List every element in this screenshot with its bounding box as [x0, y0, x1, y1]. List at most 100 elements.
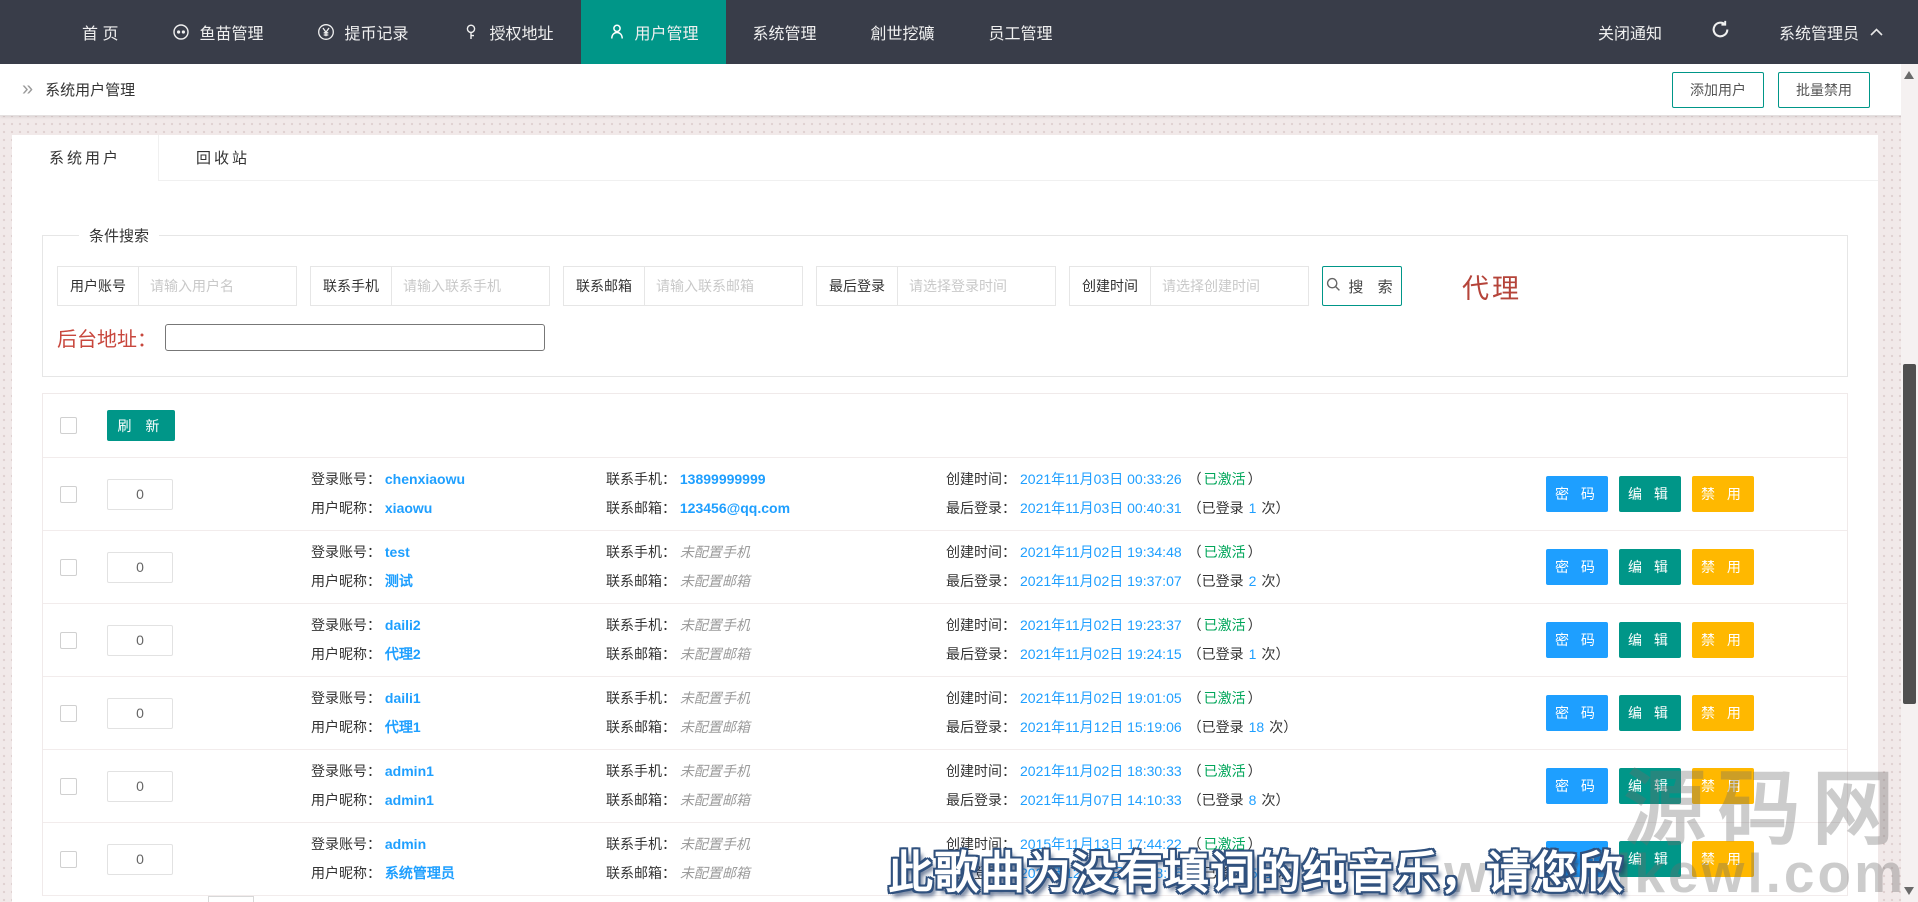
- tab-recycle-bin[interactable]: 回收站: [159, 135, 287, 180]
- nav-item-fish-fry[interactable]: 鱼苗管理: [145, 0, 290, 64]
- sort-order-input[interactable]: [107, 844, 173, 875]
- account-label: 登录账号：: [311, 763, 381, 779]
- backend-address-label: 后台地址：: [57, 323, 157, 352]
- nav-item-user-management[interactable]: 用户管理: [581, 0, 726, 64]
- created-label: 创建时间：: [946, 471, 1016, 487]
- edit-button[interactable]: 编 辑: [1619, 549, 1681, 585]
- account-link[interactable]: daili2: [385, 617, 421, 633]
- last-login-label: 最后登录：: [946, 573, 1016, 589]
- row-checkbox[interactable]: [60, 559, 77, 576]
- edit-button[interactable]: 编 辑: [1619, 695, 1681, 731]
- account-link[interactable]: daili1: [385, 690, 421, 706]
- backend-address-input[interactable]: [165, 324, 545, 351]
- account-label: 登录账号：: [311, 544, 381, 560]
- vertical-scrollbar[interactable]: [1901, 64, 1918, 902]
- refresh-button[interactable]: 刷 新: [107, 410, 175, 441]
- edit-button[interactable]: 编 辑: [1619, 768, 1681, 804]
- row-checkbox[interactable]: [60, 486, 77, 503]
- nav-item-staff-management[interactable]: 员工管理: [962, 0, 1080, 64]
- disable-button[interactable]: 禁 用: [1692, 622, 1754, 658]
- nav-item-withdraw-records[interactable]: 提币记录: [290, 0, 435, 64]
- nickname-link[interactable]: 系统管理员: [385, 865, 455, 881]
- phone-input[interactable]: [392, 278, 549, 294]
- select-all-checkbox[interactable]: [60, 417, 77, 434]
- account-link[interactable]: admin1: [385, 763, 434, 779]
- row-checkbox[interactable]: [60, 632, 77, 649]
- backend-address-row: 后台地址：: [57, 323, 1833, 352]
- scrollbar-up-arrow[interactable]: [1904, 71, 1914, 79]
- disable-button[interactable]: 禁 用: [1692, 695, 1754, 731]
- username-input[interactable]: [139, 278, 296, 294]
- sort-order-input[interactable]: [107, 771, 173, 802]
- magnifier-icon: [1326, 277, 1341, 296]
- batch-disable-button[interactable]: 批量禁用: [1778, 72, 1870, 108]
- tab-system-users[interactable]: 系统用户: [12, 135, 159, 180]
- password-button[interactable]: 密 码: [1546, 476, 1608, 512]
- created-label: 创建时间：: [946, 763, 1016, 779]
- created-value: 2021年11月02日 19:01:05: [1020, 690, 1182, 706]
- nickname-label: 用户昵称：: [311, 719, 381, 735]
- password-button[interactable]: 密 码: [1546, 549, 1608, 585]
- user-menu[interactable]: 系统管理员: [1779, 20, 1884, 44]
- nav-item-label: 提币记录: [344, 20, 408, 44]
- password-button[interactable]: 密 码: [1546, 768, 1608, 804]
- created-value: 2021年11月02日 19:34:48: [1020, 544, 1182, 560]
- nav-item-home[interactable]: 首 页: [55, 0, 145, 64]
- last-login-value: 2021年11月02日 19:37:07: [1020, 573, 1182, 589]
- phone-value: 未配置手机: [680, 763, 750, 779]
- edit-button[interactable]: 编 辑: [1619, 841, 1681, 877]
- phone-label: 联系手机：: [606, 617, 676, 633]
- scrollbar-thumb[interactable]: [1903, 364, 1916, 704]
- created-value: 2015年11月13日 17:44:22: [1020, 836, 1182, 852]
- disable-button[interactable]: 禁 用: [1692, 549, 1754, 585]
- tab-label: 系统用户: [49, 147, 121, 168]
- last-login-input[interactable]: [898, 278, 1055, 294]
- account-link[interactable]: chenxiaowu: [385, 471, 465, 487]
- edit-button[interactable]: 编 辑: [1619, 476, 1681, 512]
- account-cell: 登录账号： test 用户昵称： 测试: [311, 538, 606, 596]
- close-notice-link[interactable]: 关闭通知: [1598, 20, 1662, 44]
- last-login-label: 最后登录：: [946, 792, 1016, 808]
- password-button[interactable]: 密 码: [1546, 695, 1608, 731]
- nav-item-genesis-mining[interactable]: 創世挖礦: [844, 0, 962, 64]
- add-user-button[interactable]: 添加用户: [1672, 72, 1764, 108]
- table-row: 登录账号： daili2 用户昵称： 代理2 联系手机： 未配置手机 联系邮箱：…: [43, 604, 1847, 677]
- disable-button[interactable]: 禁 用: [1692, 476, 1754, 512]
- chevron-up-icon: [1869, 24, 1884, 40]
- row-checkbox[interactable]: [60, 778, 77, 795]
- nav-item-auth-address[interactable]: 授权地址: [435, 0, 580, 64]
- activated-badge: 已激活: [1204, 763, 1246, 779]
- sort-order-input[interactable]: [107, 625, 173, 656]
- sort-order-input[interactable]: [107, 552, 173, 583]
- nav-item-system-management[interactable]: 系统管理: [726, 0, 844, 64]
- last-login-value: 2021年11月02日 19:24:15: [1020, 646, 1182, 662]
- pagination-control-cutoff[interactable]: [208, 896, 254, 902]
- disable-button[interactable]: 禁 用: [1692, 841, 1754, 877]
- sort-order-input[interactable]: [107, 698, 173, 729]
- scrollbar-down-arrow[interactable]: [1904, 887, 1914, 895]
- search-button[interactable]: 搜 索: [1322, 266, 1402, 306]
- nickname-link[interactable]: 代理2: [385, 646, 421, 662]
- nickname-link[interactable]: xiaowu: [385, 500, 432, 516]
- created-time-input[interactable]: [1151, 278, 1308, 294]
- account-link[interactable]: test: [385, 544, 410, 560]
- account-label: 登录账号：: [311, 836, 381, 852]
- nickname-link[interactable]: 代理1: [385, 719, 421, 735]
- refresh-icon[interactable]: [1710, 19, 1731, 45]
- login-count: 8: [1249, 792, 1257, 808]
- email-input[interactable]: [645, 278, 802, 294]
- disable-button[interactable]: 禁 用: [1692, 768, 1754, 804]
- nickname-link[interactable]: admin1: [385, 792, 434, 808]
- search-legend: 条件搜索: [79, 225, 159, 246]
- password-button[interactable]: 密 码: [1546, 841, 1608, 877]
- email-value: 未配置邮箱: [680, 573, 750, 589]
- field-label: 创建时间: [1070, 267, 1151, 305]
- nickname-link[interactable]: 测试: [385, 573, 413, 589]
- account-link[interactable]: admin: [385, 836, 426, 852]
- password-button[interactable]: 密 码: [1546, 622, 1608, 658]
- edit-button[interactable]: 编 辑: [1619, 622, 1681, 658]
- email-value: 未配置邮箱: [680, 792, 750, 808]
- row-checkbox[interactable]: [60, 705, 77, 722]
- sort-order-input[interactable]: [107, 479, 173, 510]
- row-checkbox[interactable]: [60, 851, 77, 868]
